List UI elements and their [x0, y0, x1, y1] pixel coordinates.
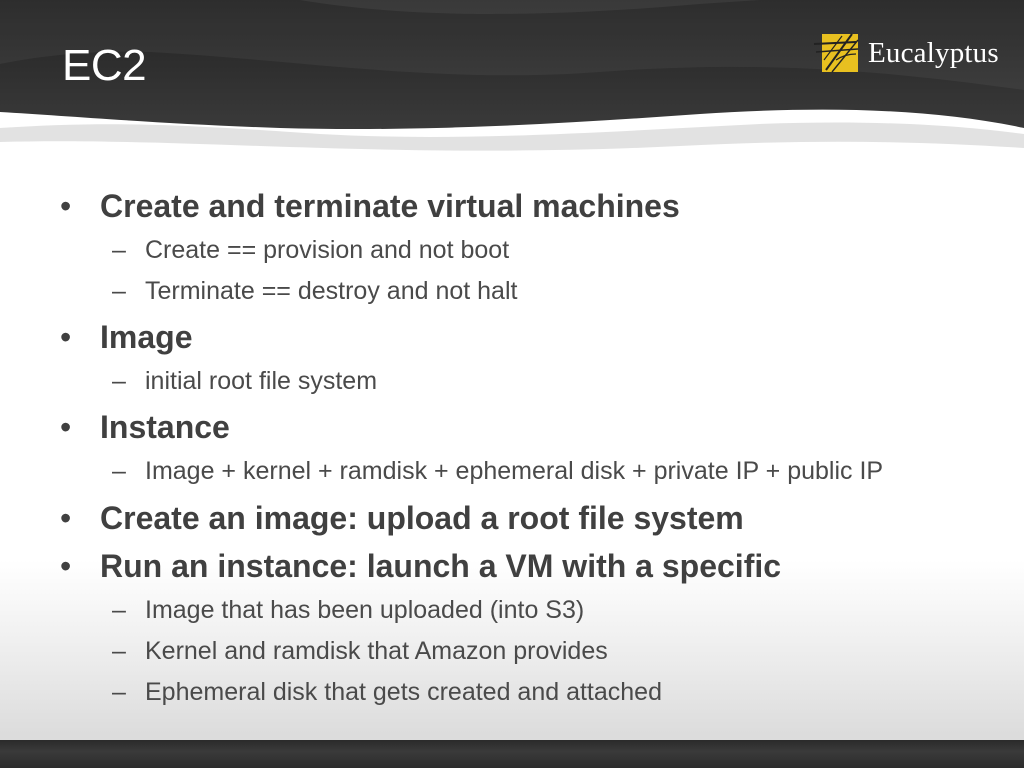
- sub-item-text: Terminate == destroy and not halt: [145, 277, 518, 305]
- bullet-text: Run an instance: launch a VM with a spec…: [100, 548, 782, 584]
- bullet-item: • Run an instance: launch a VM with a spe…: [60, 546, 781, 586]
- dash-icon: –: [112, 277, 126, 305]
- sub-item-text: Image + kernel + ramdisk + ephemeral dis…: [145, 457, 884, 485]
- bullet-item: • Create and terminate virtual machines: [60, 186, 680, 226]
- dash-icon: –: [112, 236, 126, 264]
- bullet-item: • Image: [60, 317, 192, 357]
- sub-item-text: initial root file system: [145, 367, 378, 395]
- dash-icon: –: [112, 637, 126, 665]
- footer-bar: [0, 740, 1024, 768]
- bullet-icon: •: [60, 500, 72, 536]
- sub-item: – initial root file system: [112, 365, 377, 397]
- sub-item: – Image that has been uploaded (into S3): [112, 594, 584, 626]
- sub-item-text: Kernel and ramdisk that Amazon provides: [145, 637, 608, 665]
- bullet-text: Create and terminate virtual machines: [100, 188, 680, 224]
- slide: EC2 Eucalyptus • Create and terminate vir…: [0, 0, 1024, 768]
- bullet-icon: •: [60, 188, 72, 224]
- sub-item-text: Image that has been uploaded (into S3): [145, 596, 585, 624]
- sub-item-text: Ephemeral disk that gets created and att…: [145, 678, 662, 706]
- sub-item: – Terminate == destroy and not halt: [112, 275, 517, 307]
- bullet-text: Image: [100, 319, 193, 355]
- dash-icon: –: [112, 678, 126, 706]
- sub-item: – Ephemeral disk that gets created and at…: [112, 676, 662, 708]
- bullet-text: Create an image: upload a root file syst…: [100, 500, 744, 536]
- bullet-icon: •: [60, 548, 72, 584]
- sub-item: – Create == provision and not boot: [112, 234, 509, 266]
- bullet-item: • Create an image: upload a root file sys…: [60, 498, 744, 538]
- sub-item: – Kernel and ramdisk that Amazon provides: [112, 635, 608, 667]
- bullet-icon: •: [60, 409, 72, 445]
- slide-content: • Create and terminate virtual machines –…: [0, 0, 1024, 768]
- bullet-text: Instance: [100, 409, 230, 445]
- bullet-icon: •: [60, 319, 72, 355]
- bullet-item: • Instance: [60, 407, 230, 447]
- sub-item: – Image + kernel + ramdisk + ephemeral di…: [112, 455, 883, 487]
- sub-item-text: Create == provision and not boot: [145, 236, 510, 264]
- dash-icon: –: [112, 367, 126, 395]
- dash-icon: –: [112, 457, 126, 485]
- dash-icon: –: [112, 596, 126, 624]
